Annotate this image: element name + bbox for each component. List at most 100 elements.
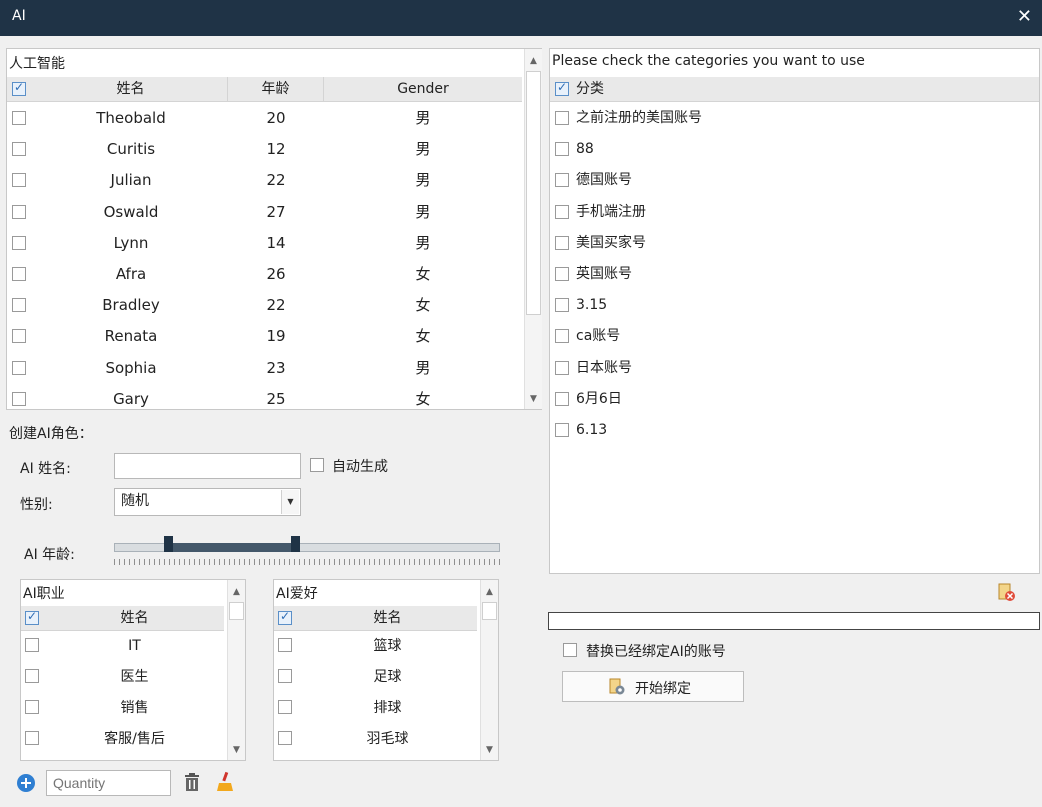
row-checkbox[interactable] xyxy=(12,391,26,406)
category-checkbox[interactable] xyxy=(555,173,569,188)
category-item[interactable]: 6.13 xyxy=(550,415,1039,446)
list-item-checkbox[interactable] xyxy=(278,700,292,714)
trash-icon[interactable] xyxy=(183,772,201,792)
table-row[interactable]: Sophia 23 男 xyxy=(7,353,522,384)
list-item-label: 羽毛球 xyxy=(366,731,409,747)
category-item[interactable]: 美国买家号 xyxy=(550,228,1039,259)
row-checkbox[interactable] xyxy=(12,298,26,313)
row-checkbox[interactable] xyxy=(12,360,26,375)
list-item-checkbox[interactable] xyxy=(25,638,39,652)
list-item[interactable]: 羽毛球 xyxy=(274,725,477,756)
category-item[interactable]: 3.15 xyxy=(550,290,1039,321)
close-icon[interactable]: ✕ xyxy=(1017,6,1032,27)
table-row[interactable]: Gary 25 女 xyxy=(7,384,522,415)
category-item[interactable]: 88 xyxy=(550,134,1039,165)
scroll-thumb[interactable] xyxy=(526,71,541,315)
chevron-down-icon[interactable]: ▼ xyxy=(281,490,299,514)
job-column-header[interactable]: 姓名 xyxy=(45,606,224,631)
row-checkbox[interactable] xyxy=(12,173,26,188)
category-checkbox[interactable] xyxy=(555,111,569,125)
category-checkbox[interactable] xyxy=(555,423,569,437)
list-item[interactable]: 排球 xyxy=(274,694,477,725)
column-header-name[interactable]: 姓名 xyxy=(34,77,228,102)
quantity-input[interactable] xyxy=(46,770,171,796)
category-checkbox[interactable] xyxy=(555,267,569,281)
row-checkbox[interactable] xyxy=(12,111,26,125)
table-row[interactable]: Bradley 22 女 xyxy=(7,290,522,321)
table-row[interactable]: Afra 26 女 xyxy=(7,259,522,290)
row-checkbox[interactable] xyxy=(12,329,26,344)
table-row[interactable]: Renata 19 女 xyxy=(7,321,522,352)
category-checkbox[interactable] xyxy=(555,360,569,375)
row-checkbox[interactable] xyxy=(12,235,26,250)
list-item-checkbox[interactable] xyxy=(25,669,39,683)
ai-name-input[interactable] xyxy=(114,453,301,479)
hobby-column-header[interactable]: 姓名 xyxy=(298,606,477,631)
ai-table-scrollbar[interactable]: ▲ ▼ xyxy=(524,49,542,409)
row-checkbox[interactable] xyxy=(12,204,26,219)
scroll-thumb[interactable] xyxy=(482,602,497,620)
category-item[interactable]: 德国账号 xyxy=(550,165,1039,196)
job-select-all-checkbox[interactable] xyxy=(25,609,39,625)
category-checkbox[interactable] xyxy=(555,142,569,157)
category-checkbox[interactable] xyxy=(555,235,569,250)
cell-gender: 男 xyxy=(415,202,431,221)
hobby-list-scrollbar[interactable]: ▲ ▼ xyxy=(480,580,498,760)
column-header-age[interactable]: 年龄 xyxy=(228,77,324,102)
job-list-scrollbar[interactable]: ▲ ▼ xyxy=(227,580,245,760)
category-item[interactable]: 日本账号 xyxy=(550,353,1039,384)
row-checkbox[interactable] xyxy=(12,267,26,281)
bind-gear-icon xyxy=(609,678,625,695)
list-item-checkbox[interactable] xyxy=(278,669,292,683)
scroll-down-icon[interactable]: ▼ xyxy=(525,391,542,407)
category-item[interactable]: ca账号 xyxy=(550,321,1039,352)
table-row[interactable]: Theobald 20 男 xyxy=(7,103,522,134)
list-item[interactable]: 足球 xyxy=(274,663,477,694)
category-checkbox[interactable] xyxy=(555,204,569,219)
category-item[interactable]: 英国账号 xyxy=(550,259,1039,290)
list-item-checkbox[interactable] xyxy=(278,731,292,745)
list-item[interactable]: 客服/售后 xyxy=(21,725,224,756)
scroll-down-icon[interactable]: ▼ xyxy=(481,742,498,758)
replace-bound-account-checkbox[interactable] xyxy=(563,643,577,657)
category-item[interactable]: 6月6日 xyxy=(550,384,1039,415)
row-checkbox[interactable] xyxy=(12,142,26,157)
table-row[interactable]: Curitis 12 男 xyxy=(7,134,522,165)
gender-select[interactable]: 随机 ▼ xyxy=(114,488,301,516)
categories-select-all-checkbox[interactable] xyxy=(555,80,569,96)
auto-generate-checkbox[interactable] xyxy=(310,458,324,472)
list-item-checkbox[interactable] xyxy=(25,700,39,714)
scroll-thumb[interactable] xyxy=(229,602,244,620)
column-header-gender[interactable]: Gender xyxy=(324,77,522,102)
categories-column-header[interactable]: 分类 xyxy=(576,77,1039,102)
category-checkbox[interactable] xyxy=(555,391,569,406)
list-item-checkbox[interactable] xyxy=(278,638,292,652)
category-checkbox[interactable] xyxy=(555,298,569,313)
ai-table-select-all-checkbox[interactable] xyxy=(12,80,26,96)
start-binding-button[interactable]: 开始绑定 xyxy=(562,671,744,702)
age-max-handle[interactable] xyxy=(291,536,301,552)
scroll-up-icon[interactable]: ▲ xyxy=(481,584,498,600)
delete-category-icon[interactable] xyxy=(996,582,1016,602)
category-label: 英国账号 xyxy=(576,266,632,282)
category-item[interactable]: 手机端注册 xyxy=(550,197,1039,228)
category-label: 88 xyxy=(576,141,594,158)
list-item[interactable]: 篮球 xyxy=(274,632,477,663)
plus-circle-icon[interactable] xyxy=(16,773,36,793)
cell-name: Sophia xyxy=(105,358,157,377)
table-row[interactable]: Lynn 14 男 xyxy=(7,228,522,259)
table-row[interactable]: Julian 22 男 xyxy=(7,165,522,196)
list-item[interactable]: 医生 xyxy=(21,663,224,694)
broom-icon[interactable] xyxy=(215,771,235,793)
age-min-handle[interactable] xyxy=(164,536,174,552)
category-item[interactable]: 之前注册的美国账号 xyxy=(550,103,1039,134)
scroll-up-icon[interactable]: ▲ xyxy=(228,584,245,600)
list-item[interactable]: IT xyxy=(21,632,224,663)
category-checkbox[interactable] xyxy=(555,329,569,344)
scroll-up-icon[interactable]: ▲ xyxy=(525,53,542,69)
table-row[interactable]: Oswald 27 男 xyxy=(7,197,522,228)
hobby-select-all-checkbox[interactable] xyxy=(278,609,292,625)
scroll-down-icon[interactable]: ▼ xyxy=(228,742,245,758)
list-item-checkbox[interactable] xyxy=(25,731,39,745)
list-item[interactable]: 销售 xyxy=(21,694,224,725)
